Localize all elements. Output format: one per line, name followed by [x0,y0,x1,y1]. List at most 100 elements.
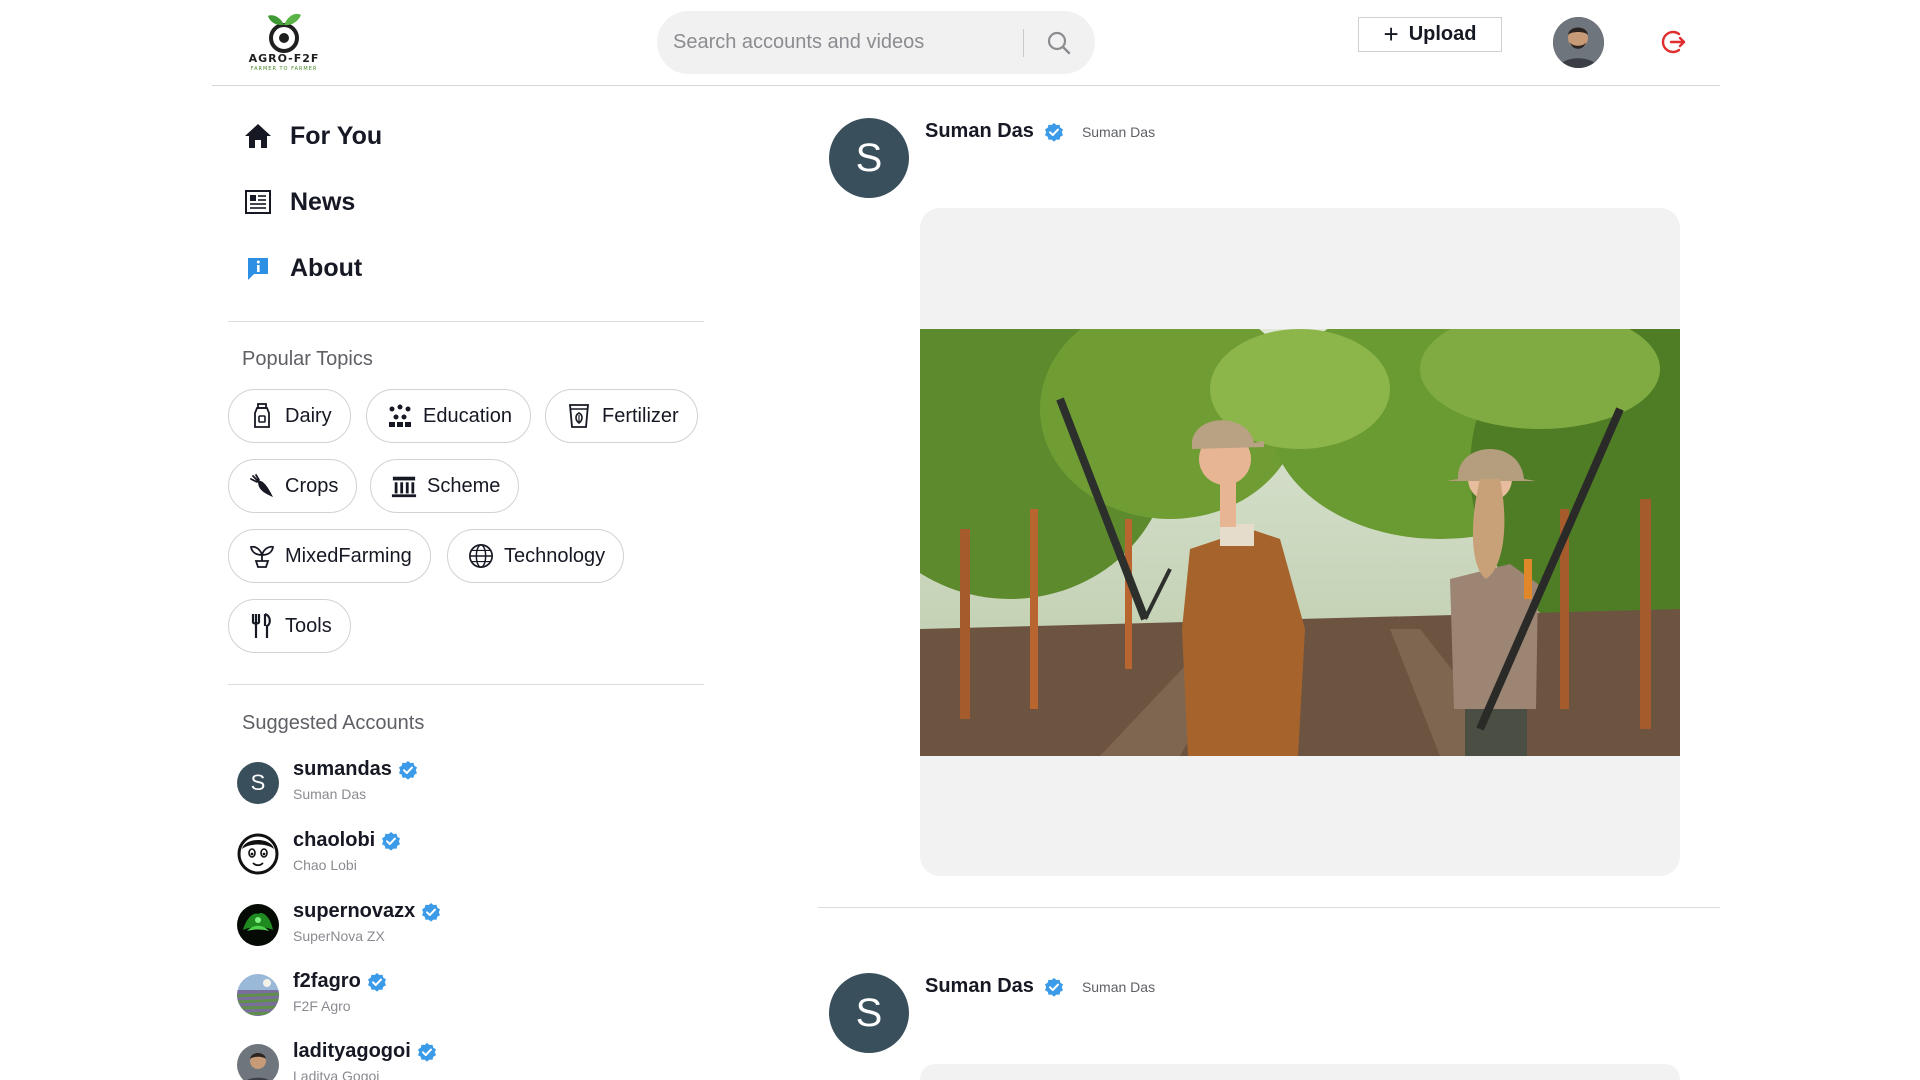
nav-label: About [290,253,363,282]
sidebar-divider [228,321,704,322]
suggested-account[interactable]: chaolobi Chao Lobi [237,825,537,885]
account-display-name: Laditya Gogoi [293,1068,380,1080]
people-group-icon [387,403,413,429]
search-bar [657,11,1095,74]
account-username: f2fagro [293,970,361,992]
account-username-row: ladityagogoi [293,1040,437,1063]
avatar: S [237,762,279,804]
home-icon [242,120,274,152]
suggested-account[interactable]: supernovazx SuperNova ZX [237,896,537,956]
building-icon [391,473,417,499]
farm-field-icon [237,974,279,1016]
chip-label: Crops [285,474,339,497]
search-icon [1047,31,1071,55]
milk-bottle-icon [249,403,275,429]
info-icon [242,252,274,284]
post-author-avatar[interactable]: S [829,118,909,198]
suggested-accounts-title: Suggested Accounts [242,712,425,734]
account-username: chaolobi [293,829,376,851]
chip-label: Education [423,404,512,427]
user-photo-icon [237,1044,279,1080]
nav-about[interactable]: About [242,244,362,292]
top-header: AGRO-F2F FARMER TO FARMER + Upload [212,0,1720,86]
topic-chip-technology[interactable]: Technology [447,529,625,583]
globe-icon [468,543,494,569]
logout-button[interactable] [1659,28,1687,56]
search-divider [1023,29,1024,57]
account-username-row: chaolobi [293,829,401,852]
search-button[interactable] [1035,25,1083,61]
account-username: supernovazx [293,900,416,922]
logo-subtitle: FARMER TO FARMER [250,66,318,72]
user-photo-icon [1553,17,1604,68]
account-username: ladityagogoi [293,1040,411,1062]
topic-chip-scheme[interactable]: Scheme [370,459,520,513]
post-author-name: Suman Das [925,120,1034,142]
popular-topics-title: Popular Topics [242,348,373,370]
topic-chip-mixedfarming[interactable]: MixedFarming [228,529,431,583]
nav-for-you[interactable]: For You [242,112,382,160]
avatar [237,904,279,946]
search-input[interactable] [673,25,1013,59]
logo-title: AGRO-F2F [248,52,320,65]
logout-icon [1661,30,1686,54]
newspaper-icon [242,186,274,218]
sprout-icon [249,543,275,569]
post-author-name: Suman Das [925,975,1034,997]
carrot-icon [249,473,275,499]
sidebar: For You News About Popular Topics Dairy … [228,86,704,1080]
fertilizer-icon [566,403,592,429]
user-avatar[interactable] [1553,17,1604,68]
logo-sprout-icon [268,13,301,53]
account-display-name: F2F Agro [293,998,351,1014]
verified-icon [367,972,386,992]
post-author-handle: Suman Das [1081,123,1156,140]
verified-icon [417,1042,436,1062]
post-author-row[interactable]: Suman Das Suman Das [925,120,1155,143]
account-display-name: Chao Lobi [293,857,357,873]
topic-chip-tools[interactable]: Tools [228,599,351,653]
account-username-row: sumandas [293,758,418,781]
nav-label: News [290,187,356,216]
topic-chip-fertilizer[interactable]: Fertilizer [545,389,698,443]
upload-button[interactable]: + Upload [1358,17,1502,52]
avatar [237,1044,279,1080]
tools-icon [249,612,275,639]
suggested-account[interactable]: S sumandas Suman Das [237,754,537,814]
topic-chip-dairy[interactable]: Dairy [228,389,351,443]
verified-icon [398,760,417,780]
green-nebula-icon [237,904,279,946]
upload-label: Upload [1408,23,1477,45]
sidebar-divider [228,684,704,685]
topic-chip-crops[interactable]: Crops [228,459,358,513]
avatar [237,974,279,1016]
cartoon-face-icon [237,833,279,875]
verified-icon [422,902,441,922]
nav-label: For You [290,121,383,150]
chip-label: Scheme [427,474,501,497]
topic-chip-education[interactable]: Education [366,389,531,443]
video-player[interactable] [920,1064,1680,1080]
video-thumbnail-orchard [920,329,1680,756]
account-username: sumandas [293,758,392,780]
suggested-account[interactable]: f2fagro F2F Agro [237,966,537,1026]
post-author-handle: Suman Das [1081,978,1156,995]
agro-f2f-logo[interactable]: AGRO-F2F FARMER TO FARMER [238,8,330,84]
account-display-name: SuperNova ZX [293,928,385,944]
avatar [237,833,279,875]
feed-divider [818,907,1720,908]
account-display-name: Suman Das [293,786,367,802]
post-author-avatar[interactable]: S [829,973,909,1053]
chip-label: Technology [504,544,606,567]
video-player[interactable] [920,208,1680,876]
verified-icon [1044,977,1063,997]
chip-label: MixedFarming [285,544,412,567]
nav-news[interactable]: News [242,178,355,226]
chip-label: Dairy [285,404,332,427]
verified-icon [382,831,401,851]
account-username-row: f2fagro [293,970,387,993]
chip-label: Tools [285,614,332,637]
suggested-account[interactable]: ladityagogoi Laditya Gogoi [237,1036,537,1080]
plus-icon: + [1383,18,1399,49]
post-author-row[interactable]: Suman Das Suman Das [925,975,1155,998]
